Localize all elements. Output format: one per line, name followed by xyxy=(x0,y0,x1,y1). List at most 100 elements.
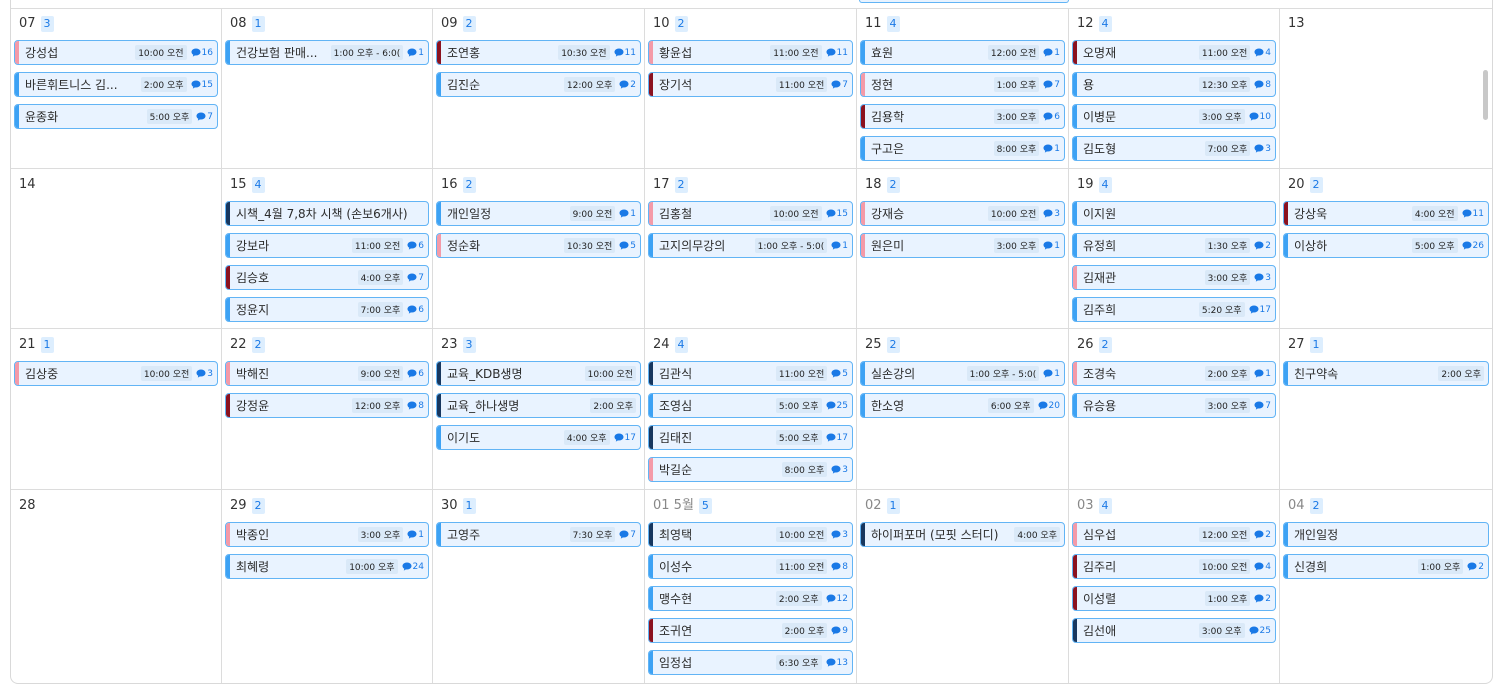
vertical-scrollbar[interactable] xyxy=(1483,70,1488,120)
calendar-event[interactable]: 이기도 4:00 오후 17 xyxy=(436,425,641,450)
calendar-event[interactable]: 조영심 5:00 오후 25 xyxy=(648,393,853,418)
day-cell[interactable]: 11 4 효원 12:00 오전 1 정현 1:00 오후 7 김용학 3:00 오후 6 구고은 8:… xyxy=(857,8,1069,169)
calendar-event[interactable]: 실손강의 1:00 오후 - 5:0(1 xyxy=(860,361,1065,386)
day-cell[interactable]: 12 4 오명재 11:00 오전 4 용 12:30 오후 8 이병문 3:00 오후 10 김도형… xyxy=(1069,8,1280,169)
event-count-badge[interactable]: 2 xyxy=(674,16,688,32)
event-count-badge[interactable]: 4 xyxy=(1098,177,1112,193)
calendar-event[interactable]: 정윤지 7:00 오후 6 xyxy=(225,297,429,322)
calendar-event[interactable]: 이병문 3:00 오후 10 xyxy=(1072,104,1276,129)
calendar-event[interactable]: 건강보험 판매... 1:00 오후 - 6:0(1 xyxy=(225,40,429,65)
overflow-event-edge[interactable] xyxy=(859,0,1069,3)
day-cell[interactable]: 23 3 교육_KDB생명 10:00 오전 교육_하나생명 2:00 오후 이기도 4:00… xyxy=(433,329,645,490)
calendar-event[interactable]: 고지의무강의 1:00 오후 - 5:0(1 xyxy=(648,233,853,258)
day-cell[interactable]: 17 2 김홍철 10:00 오전 15 고지의무강의 1:00 오후 - 5:0(1 xyxy=(645,169,857,329)
day-cell[interactable]: 13 xyxy=(1280,8,1492,169)
day-cell[interactable]: 29 2 박종인 3:00 오후 1 최혜령 10:00 오후 24 xyxy=(222,490,433,683)
calendar-event[interactable]: 이성렬 1:00 오후 2 xyxy=(1072,586,1276,611)
calendar-event[interactable]: 김도형 7:00 오후 3 xyxy=(1072,136,1276,161)
calendar-event[interactable]: 효원 12:00 오전 1 xyxy=(860,40,1065,65)
day-cell[interactable]: 04 2 개인일정 신경희 1:00 오후 2 xyxy=(1280,490,1492,683)
calendar-event[interactable]: 오명재 11:00 오전 4 xyxy=(1072,40,1276,65)
calendar-event[interactable]: 이지원 xyxy=(1072,201,1276,226)
calendar-event[interactable]: 조경숙 2:00 오후 1 xyxy=(1072,361,1276,386)
calendar-event[interactable]: 김용학 3:00 오후 6 xyxy=(860,104,1065,129)
calendar-event[interactable]: 장기석 11:00 오전 7 xyxy=(648,72,853,97)
calendar-event[interactable]: 개인일정 xyxy=(1283,522,1489,547)
day-cell[interactable]: 07 3 강성섭 10:00 오전 16 바른휘트니스 김... 2:00 오후 15 윤종화 5… xyxy=(11,8,222,169)
event-count-badge[interactable]: 2 xyxy=(251,337,265,353)
calendar-event[interactable]: 임정섭 6:30 오후 13 xyxy=(648,650,853,675)
event-count-badge[interactable]: 2 xyxy=(1309,498,1323,514)
calendar-event[interactable]: 김관식 11:00 오전 5 xyxy=(648,361,853,386)
event-count-badge[interactable]: 1 xyxy=(886,498,900,514)
calendar-event[interactable]: 김선애 3:00 오후 25 xyxy=(1072,618,1276,643)
event-count-badge[interactable]: 2 xyxy=(462,16,476,32)
day-cell[interactable]: 22 2 박해진 9:00 오전 6 강정윤 12:00 오후 8 xyxy=(222,329,433,490)
calendar-event[interactable]: 고영주 7:30 오후 7 xyxy=(436,522,641,547)
calendar-event[interactable]: 정순화 10:30 오전 5 xyxy=(436,233,641,258)
event-count-badge[interactable]: 4 xyxy=(674,337,688,353)
calendar-event[interactable]: 유정희 1:30 오후 2 xyxy=(1072,233,1276,258)
event-count-badge[interactable]: 4 xyxy=(1098,16,1112,32)
calendar-event[interactable]: 김진순 12:00 오후 2 xyxy=(436,72,641,97)
calendar-event[interactable]: 조귀연 2:00 오후 9 xyxy=(648,618,853,643)
day-cell[interactable]: 01 5월 5 최영택 10:00 오전 3 이성수 11:00 오전 8 맹수현 2:00 오후… xyxy=(645,490,857,683)
event-count-badge[interactable]: 1 xyxy=(462,498,476,514)
calendar-event[interactable]: 원은미 3:00 오후 1 xyxy=(860,233,1065,258)
calendar-event[interactable]: 강재승 10:00 오전 3 xyxy=(860,201,1065,226)
day-cell[interactable]: 08 1 건강보험 판매... 1:00 오후 - 6:0(1 xyxy=(222,8,433,169)
day-cell[interactable]: 27 1 친구약속 2:00 오후 xyxy=(1280,329,1492,490)
calendar-event[interactable]: 심우섭 12:00 오전 2 xyxy=(1072,522,1276,547)
calendar-event[interactable]: 강정윤 12:00 오후 8 xyxy=(225,393,429,418)
calendar-event[interactable]: 조연홍 10:30 오전 11 xyxy=(436,40,641,65)
calendar-event[interactable]: 황윤섭 11:00 오전 11 xyxy=(648,40,853,65)
calendar-event[interactable]: 강보라 11:00 오전 6 xyxy=(225,233,429,258)
calendar-event[interactable]: 김주희 5:20 오후 17 xyxy=(1072,297,1276,322)
day-cell[interactable]: 21 1 김상중 10:00 오전 3 xyxy=(11,329,222,490)
calendar-event[interactable]: 구고은 8:00 오후 1 xyxy=(860,136,1065,161)
event-count-badge[interactable]: 4 xyxy=(251,177,265,193)
calendar-event[interactable]: 김태진 5:00 오후 17 xyxy=(648,425,853,450)
day-cell[interactable]: 20 2 강상욱 4:00 오전 11 이상하 5:00 오후 26 xyxy=(1280,169,1492,329)
event-count-badge[interactable]: 2 xyxy=(886,337,900,353)
calendar-event[interactable]: 김홍철 10:00 오전 15 xyxy=(648,201,853,226)
day-cell[interactable]: 09 2 조연홍 10:30 오전 11 김진순 12:00 오후 2 xyxy=(433,8,645,169)
day-cell[interactable]: 16 2 개인일정 9:00 오전 1 정순화 10:30 오전 5 xyxy=(433,169,645,329)
calendar-event[interactable]: 친구약속 2:00 오후 xyxy=(1283,361,1489,386)
calendar-event[interactable]: 유승용 3:00 오후 7 xyxy=(1072,393,1276,418)
event-count-badge[interactable]: 2 xyxy=(674,177,688,193)
event-count-badge[interactable]: 1 xyxy=(40,337,54,353)
calendar-event[interactable]: 김재관 3:00 오후 3 xyxy=(1072,265,1276,290)
day-cell[interactable]: 25 2 실손강의 1:00 오후 - 5:0(1 한소영 6:00 오후 20 xyxy=(857,329,1069,490)
day-cell[interactable]: 15 4 시책_4월 7,8차 시책 (손보6개사) 강보라 11:00 오전 6 김승호 4… xyxy=(222,169,433,329)
calendar-event[interactable]: 이성수 11:00 오전 8 xyxy=(648,554,853,579)
calendar-event[interactable]: 교육_하나생명 2:00 오후 xyxy=(436,393,641,418)
day-cell[interactable]: 03 4 심우섭 12:00 오전 2 김주리 10:00 오전 4 이성렬 1:00 오후 2 김선… xyxy=(1069,490,1280,683)
event-count-badge[interactable]: 2 xyxy=(462,177,476,193)
day-cell[interactable]: 30 1 고영주 7:30 오후 7 xyxy=(433,490,645,683)
event-count-badge[interactable]: 2 xyxy=(1309,177,1323,193)
calendar-event[interactable]: 김승호 4:00 오후 7 xyxy=(225,265,429,290)
event-count-badge[interactable]: 3 xyxy=(40,16,54,32)
calendar-event[interactable]: 강성섭 10:00 오전 16 xyxy=(14,40,218,65)
event-count-badge[interactable]: 3 xyxy=(462,337,476,353)
calendar-event[interactable]: 박종인 3:00 오후 1 xyxy=(225,522,429,547)
calendar-event[interactable]: 김주리 10:00 오전 4 xyxy=(1072,554,1276,579)
day-cell[interactable]: 02 1 하이퍼포머 (모핏 스터디) 4:00 오후 xyxy=(857,490,1069,683)
calendar-event[interactable]: 박길순 8:00 오후 3 xyxy=(648,457,853,482)
calendar-event[interactable]: 바른휘트니스 김... 2:00 오후 15 xyxy=(14,72,218,97)
day-cell[interactable]: 24 4 김관식 11:00 오전 5 조영심 5:00 오후 25 김태진 5:00 오후 17 박… xyxy=(645,329,857,490)
calendar-event[interactable]: 정현 1:00 오후 7 xyxy=(860,72,1065,97)
calendar-event[interactable]: 박해진 9:00 오전 6 xyxy=(225,361,429,386)
event-count-badge[interactable]: 2 xyxy=(251,498,265,514)
calendar-event[interactable]: 김상중 10:00 오전 3 xyxy=(14,361,218,386)
calendar-event[interactable]: 강상욱 4:00 오전 11 xyxy=(1283,201,1489,226)
calendar-event[interactable]: 시책_4월 7,8차 시책 (손보6개사) xyxy=(225,201,429,226)
calendar-event[interactable]: 신경희 1:00 오후 2 xyxy=(1283,554,1489,579)
day-cell[interactable]: 10 2 황윤섭 11:00 오전 11 장기석 11:00 오전 7 xyxy=(645,8,857,169)
event-count-badge[interactable]: 1 xyxy=(251,16,265,32)
day-cell[interactable]: 26 2 조경숙 2:00 오후 1 유승용 3:00 오후 7 xyxy=(1069,329,1280,490)
day-cell[interactable]: 19 4 이지원 유정희 1:30 오후 2 김재관 3:00 오후 3 김주희 5:20 오후 17 xyxy=(1069,169,1280,329)
event-count-badge[interactable]: 2 xyxy=(886,177,900,193)
event-count-badge[interactable]: 4 xyxy=(1098,498,1112,514)
